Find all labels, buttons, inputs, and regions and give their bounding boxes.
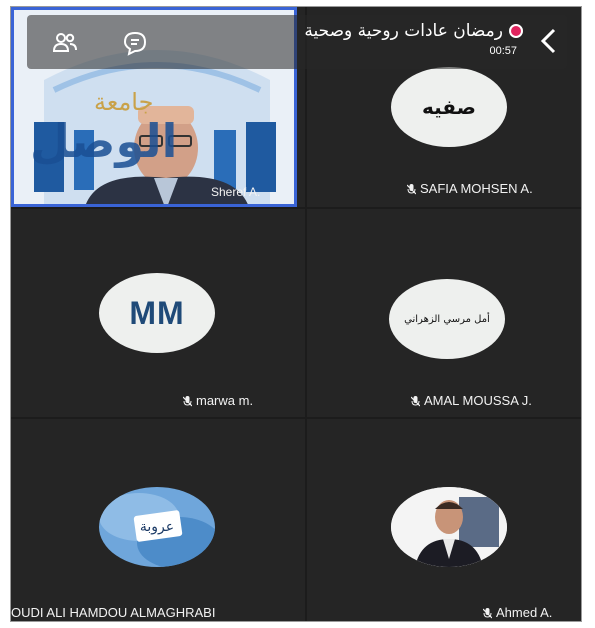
backdrop-text-bottom: الوصل	[30, 114, 178, 168]
participant-name: Sheref A.	[211, 185, 261, 199]
avatar: صفيه	[391, 67, 507, 147]
participant-name: AMAL MOUSSA J.	[410, 393, 532, 408]
recording-indicator-icon	[509, 24, 523, 38]
people-icon[interactable]	[51, 29, 79, 57]
participant-tile-amal[interactable]: أمل مرسي الزهراني AMAL MOUSSA J.	[307, 209, 581, 409]
mic-off-icon	[182, 395, 193, 407]
meeting-title: رمضان عادات روحية وصحية	[227, 21, 523, 41]
avatar: MM	[99, 273, 215, 353]
mic-off-icon	[410, 395, 421, 407]
chat-bubble-icon[interactable]	[121, 29, 149, 57]
avatar: أمل مرسي الزهراني	[389, 279, 505, 359]
avatar-text: صفيه	[421, 95, 476, 119]
participant-name: marwa m.	[182, 393, 253, 408]
participant-name: Ahmed A.	[482, 605, 552, 620]
mic-off-icon	[482, 607, 493, 619]
participant-tile-ahmed[interactable]: Ahmed A.	[307, 419, 581, 620]
avatar: عروبة	[99, 487, 215, 567]
mic-off-icon	[406, 183, 417, 195]
avatar-text: عروبة	[139, 519, 175, 535]
avatar	[391, 487, 507, 567]
avatar-text: أمل مرسي الزهراني	[404, 313, 490, 325]
meeting-grid: جامعة الوصل Sheref A. صفيه SAFIA MOHSEN …	[10, 6, 582, 622]
participant-name: OUDI ALI HAMDOU ALMAGHRABI	[11, 605, 216, 620]
participant-tile-oudi[interactable]: عروبة OUDI ALI HAMDOU ALMAGHRABI	[11, 419, 297, 620]
meeting-header: رمضان عادات روحية وصحية 00:57	[27, 15, 567, 69]
avatar-text: MM	[129, 294, 185, 331]
meeting-timer: 00:57	[489, 45, 517, 57]
backdrop-text-top: جامعة	[94, 88, 154, 116]
participant-name: SAFIA MOHSEN A.	[406, 181, 533, 196]
participant-tile-marwa[interactable]: MM marwa m.	[11, 209, 297, 409]
avatar-photo	[391, 487, 507, 567]
chevron-left-icon[interactable]	[539, 27, 557, 61]
